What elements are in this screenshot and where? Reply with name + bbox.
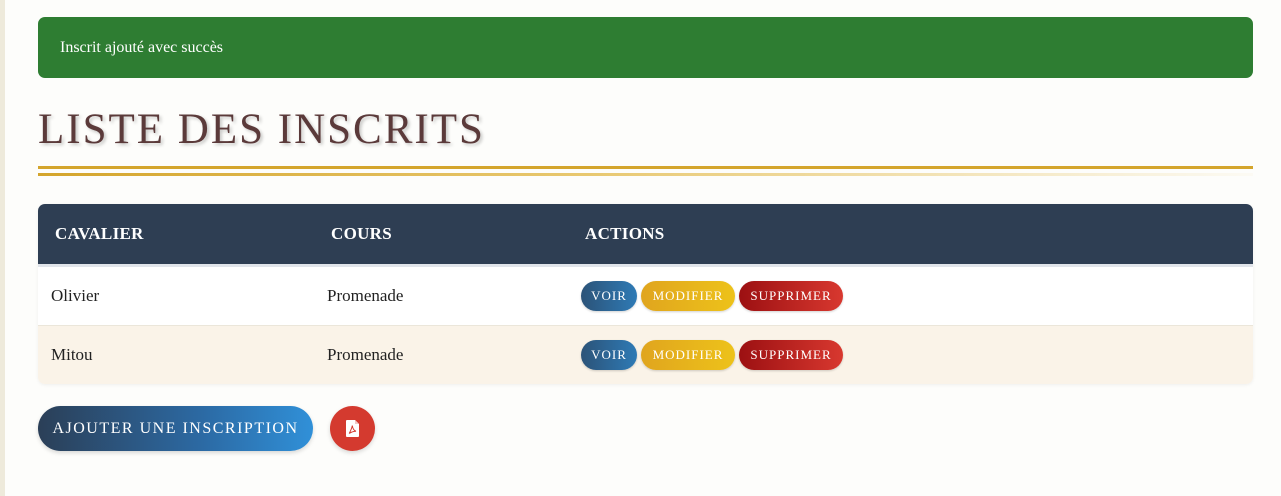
main-content: Inscrit ajouté avec succès LISTE DES INS… [38,17,1253,451]
success-alert: Inscrit ajouté avec succès [38,17,1253,78]
export-pdf-button[interactable] [330,406,375,451]
cell-cours: Promenade [327,286,404,305]
cell-cours: Promenade [327,345,404,364]
page-left-border [0,0,5,496]
file-pdf-icon [346,420,359,437]
alert-message: Inscrit ajouté avec succès [60,39,224,56]
edit-button[interactable]: MODIFIER [641,340,735,370]
row-actions: VOIR MODIFIER SUPPRIMER [581,340,843,370]
edit-button[interactable]: MODIFIER [641,281,735,311]
table-row: Olivier Promenade VOIR MODIFIER SUPPRIME… [38,267,1253,325]
column-header-actions: ACTIONS [585,224,665,243]
delete-button[interactable]: SUPPRIMER [739,340,843,370]
registrations-table: CAVALIER COURS ACTIONS Olivier Promenade… [38,204,1253,384]
view-button[interactable]: VOIR [581,340,637,370]
row-actions: VOIR MODIFIER SUPPRIMER [581,281,843,311]
cell-cavalier: Mitou [51,345,93,364]
delete-button[interactable]: SUPPRIMER [739,281,843,311]
table-header: CAVALIER COURS ACTIONS [38,204,1253,267]
title-divider-accent [38,173,1253,176]
column-header-cavalier: CAVALIER [55,224,144,243]
table-row: Mitou Promenade VOIR MODIFIER SUPPRIMER [38,325,1253,384]
title-divider [38,166,1253,169]
page-title: LISTE DES INSCRITS [38,106,485,153]
add-registration-button[interactable]: AJOUTER UNE INSCRIPTION [38,406,313,451]
view-button[interactable]: VOIR [581,281,637,311]
cell-cavalier: Olivier [51,286,100,305]
column-header-cours: COURS [331,224,393,243]
